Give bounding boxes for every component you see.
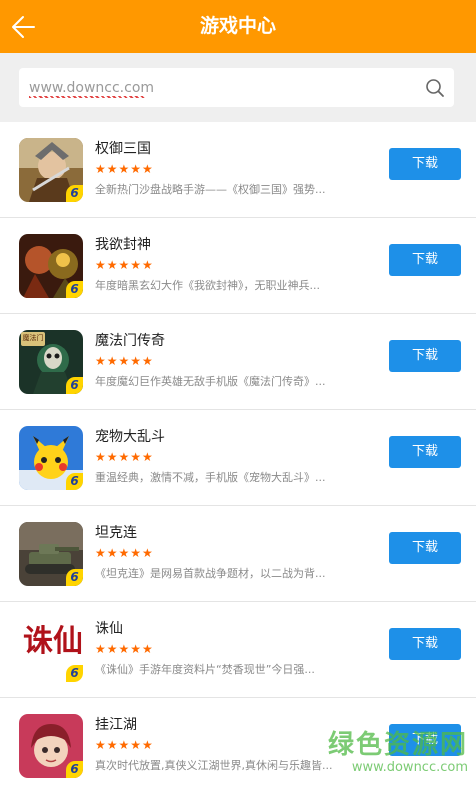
spellcheck-underline [29, 96, 146, 98]
game-name: 宠物大乱斗 [95, 429, 165, 445]
game-icon-zhuxian[interactable]: 诛仙 6 [19, 618, 83, 682]
rating-stars: ★★★★★ [95, 450, 154, 464]
rating-stars: ★★★★★ [95, 738, 154, 752]
download-button[interactable]: 下载 [389, 148, 461, 180]
download-button[interactable]: 下载 [389, 532, 461, 564]
badge-icon: 6 [66, 281, 83, 298]
game-description: 重温经典，激情不减，手机版《宠物大乱斗》... [95, 471, 326, 484]
search-box[interactable] [19, 68, 454, 107]
download-button[interactable]: 下载 [389, 244, 461, 276]
game-name: 权御三国 [95, 141, 151, 157]
game-name: 诛仙 [95, 621, 123, 637]
game-name: 我欲封神 [95, 237, 151, 253]
badge-icon: 6 [66, 377, 83, 394]
game-description: 年度暗黑玄幻大作《我欲封神》，无职业神兵... [95, 279, 320, 292]
badge-icon: 6 [66, 569, 83, 586]
game-description: 真次时代放置,真侠义江湖世界,真休闲与乐趣皆... [95, 759, 333, 772]
badge-icon: 6 [66, 473, 83, 490]
game-icon-woyu[interactable]: 6 [19, 234, 83, 298]
download-button[interactable]: 下载 [389, 340, 461, 372]
list-item: 魔法门 6 魔法门传奇 ★★★★★ 年度魔幻巨作英雄无敌手机版《魔法门传奇》..… [0, 314, 476, 410]
game-description: 全新热门沙盘战略手游——《权御三国》强势... [95, 183, 326, 196]
rating-stars: ★★★★★ [95, 162, 154, 176]
game-icon-chongwu[interactable]: 6 [19, 426, 83, 490]
list-item: 诛仙 6 诛仙 ★★★★★ 《诛仙》手游年度资料片“焚香现世”今日强... 下载 [0, 602, 476, 698]
search-icon[interactable] [424, 77, 446, 99]
rating-stars: ★★★★★ [95, 546, 154, 560]
game-description: 《坦克连》是网易首款战争题材，以二战为背... [95, 567, 326, 580]
list-item: 6 权御三国 ★★★★★ 全新热门沙盘战略手游——《权御三国》强势... 下载 [0, 122, 476, 218]
game-description: 《诛仙》手游年度资料片“焚香现世”今日强... [95, 663, 315, 676]
game-logo-text: 诛仙 [23, 624, 83, 659]
download-button[interactable]: 下载 [389, 436, 461, 468]
download-button[interactable]: 下载 [389, 724, 461, 756]
search-input[interactable] [29, 68, 409, 107]
game-icon-mofamen[interactable]: 魔法门 6 [19, 330, 83, 394]
badge-icon: 6 [66, 185, 83, 202]
download-button[interactable]: 下载 [389, 628, 461, 660]
game-name: 挂江湖 [95, 717, 137, 733]
badge-icon: 6 [66, 665, 83, 682]
page-title: 游戏中心 [199, 15, 276, 37]
rating-stars: ★★★★★ [95, 354, 154, 368]
game-art-label: 魔法门 [22, 334, 44, 342]
search-area [0, 53, 476, 122]
rating-stars: ★★★★★ [95, 642, 154, 656]
list-item: 6 坦克连 ★★★★★ 《坦克连》是网易首款战争题材，以二战为背... 下载 [0, 506, 476, 602]
game-name: 魔法门传奇 [95, 333, 165, 349]
game-list: 6 权御三国 ★★★★★ 全新热门沙盘战略手游——《权御三国》强势... 下载 … [0, 122, 476, 793]
list-item: 6 我欲封神 ★★★★★ 年度暗黑玄幻大作《我欲封神》，无职业神兵... 下载 [0, 218, 476, 314]
game-description: 年度魔幻巨作英雄无敌手机版《魔法门传奇》... [95, 375, 326, 388]
list-item: 6 宠物大乱斗 ★★★★★ 重温经典，激情不减，手机版《宠物大乱斗》... 下载 [0, 410, 476, 506]
top-bar: 游戏中心 [0, 0, 476, 53]
list-item: 6 挂江湖 ★★★★★ 真次时代放置,真侠义江湖世界,真休闲与乐趣皆... 下载 [0, 698, 476, 793]
rating-stars: ★★★★★ [95, 258, 154, 272]
game-icon-guajianghu[interactable]: 6 [19, 714, 83, 778]
badge-icon: 6 [66, 761, 83, 778]
game-name: 坦克连 [95, 525, 137, 541]
game-icon-tank[interactable]: 6 [19, 522, 83, 586]
game-icon-quanyu[interactable]: 6 [19, 138, 83, 202]
